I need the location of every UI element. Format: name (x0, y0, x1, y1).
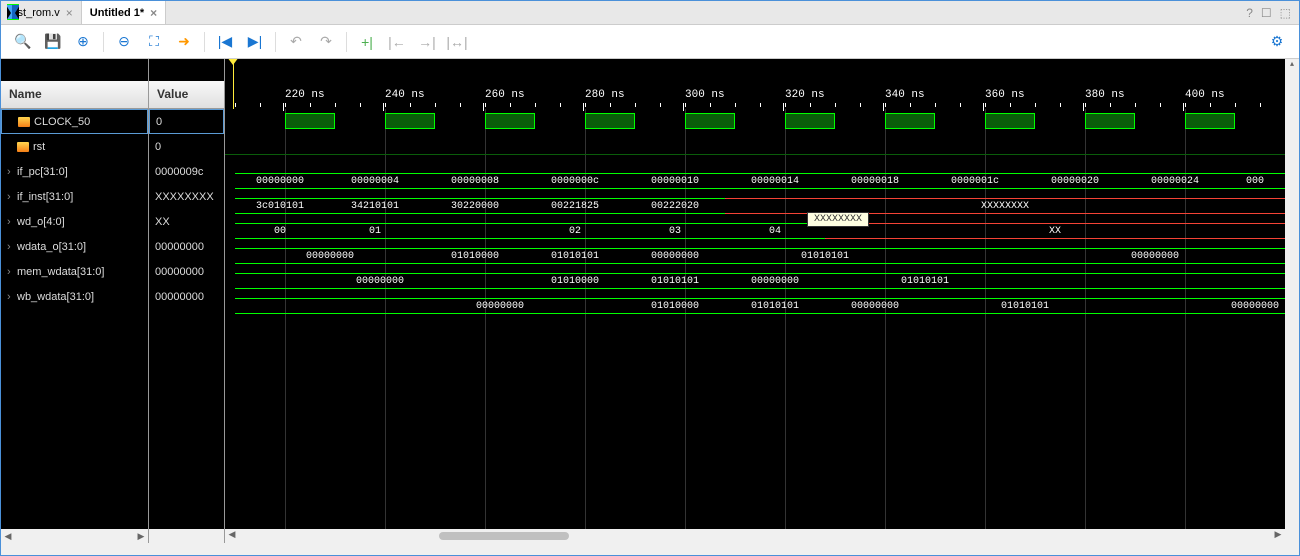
value-tooltip: XXXXXXXX (807, 212, 869, 227)
value-panel: Value 000000009cXXXXXXXXXX00000000000000… (149, 59, 225, 543)
value-header: Value (149, 81, 224, 109)
waveforms: 0000000000000004000000080000000c00000010… (225, 109, 1285, 319)
signal-name-row[interactable]: ›wdata_o[31:0] (1, 234, 148, 259)
signal-name-row[interactable]: CLOCK_50 (1, 109, 148, 134)
signal-value-row: 0 (149, 109, 224, 134)
name-header: Name (1, 81, 148, 109)
add-marker-icon[interactable]: +| (353, 28, 381, 56)
signal-value-row: XX (149, 209, 224, 234)
prev-marker-icon[interactable]: |← (383, 28, 411, 56)
scroll-left-icon[interactable]: ◀ (225, 529, 239, 543)
wave-wb-wdata: 0000000001010000010101010000000001010101… (225, 294, 1285, 319)
settings-gear-icon[interactable]: ⚙ (1263, 28, 1291, 56)
go-to-start-icon[interactable]: |◀ (211, 28, 239, 56)
time-tick: 240 ns (385, 89, 425, 101)
signal-name-row[interactable]: ›mem_wdata[31:0] (1, 259, 148, 284)
minimize-icon[interactable]: ☐ (1261, 6, 1272, 20)
signal-value-row: 00000000 (149, 259, 224, 284)
search-icon[interactable]: 🔍 (9, 28, 37, 56)
time-tick: 280 ns (585, 89, 625, 101)
time-tick: 260 ns (485, 89, 525, 101)
window-controls: ? ☐ ⬚ (1246, 6, 1299, 20)
tab-untitled[interactable]: Untitled 1* × (82, 1, 166, 24)
wave-wd-o: 0001020304XX (225, 219, 1285, 244)
signal-value-row: XXXXXXXX (149, 184, 224, 209)
scroll-right-icon[interactable]: ▶ (1271, 529, 1285, 543)
tab-bar: inst_rom.v × Untitled 1* × ? ☐ ⬚ (1, 1, 1299, 25)
wave-if-inst: 3c01010134210101302200000022182500222020… (225, 194, 1285, 219)
signal-name-row[interactable]: ›if_inst[31:0] (1, 184, 148, 209)
time-tick: 400 ns (1185, 89, 1225, 101)
time-cursor[interactable] (233, 59, 234, 109)
signal-value-row: 00000000 (149, 234, 224, 259)
separator (346, 32, 347, 52)
value-body: 000000009cXXXXXXXXXX00000000000000000000… (149, 109, 224, 529)
hscroll-thumb[interactable] (439, 532, 569, 540)
signal-value-row: 0 (149, 134, 224, 159)
signal-name-row[interactable]: ›wb_wdata[31:0] (1, 284, 148, 309)
prev-transition-icon[interactable]: ↶ (282, 28, 310, 56)
time-tick: 340 ns (885, 89, 925, 101)
tab-label: Untitled 1* (90, 7, 144, 19)
time-tick: 380 ns (1085, 89, 1125, 101)
time-tick: 320 ns (785, 89, 825, 101)
separator (204, 32, 205, 52)
main-area: Name CLOCK_50rst›if_pc[31:0]›if_inst[31:… (1, 59, 1299, 543)
maximize-icon[interactable]: ⬚ (1280, 6, 1291, 20)
zoom-fit-icon[interactable]: ⛶ (140, 28, 168, 56)
scroll-right-icon[interactable]: ▶ (134, 531, 148, 542)
scroll-left-icon[interactable]: ◀ (1, 531, 15, 542)
wave-mem-wdata: 0000000001010000010101010000000001010101 (225, 269, 1285, 294)
toolbar: 🔍 💾 ⊕ ⊖ ⛶ ➜ |◀ ▶| ↶ ↷ +| |← →| |↔| ⚙ (1, 25, 1299, 59)
separator (103, 32, 104, 52)
waveform-area[interactable]: 220 ns 240 ns 260 ns 280 ns 300 ns 320 ns 340 … (225, 59, 1285, 543)
next-marker-icon[interactable]: →| (413, 28, 441, 56)
swap-markers-icon[interactable]: |↔| (443, 28, 471, 56)
next-transition-icon[interactable]: ↷ (312, 28, 340, 56)
signal-name-row[interactable]: ›if_pc[31:0] (1, 159, 148, 184)
zoom-in-icon[interactable]: ⊕ (69, 28, 97, 56)
name-body: CLOCK_50rst›if_pc[31:0]›if_inst[31:0]›wd… (1, 109, 148, 529)
close-icon[interactable]: × (150, 6, 157, 20)
name-panel: Name CLOCK_50rst›if_pc[31:0]›if_inst[31:… (1, 59, 149, 543)
wave-hscroll[interactable]: ◀ ▶ (225, 529, 1285, 543)
wave-rst (225, 134, 1285, 159)
go-to-cursor-icon[interactable]: ➜ (170, 28, 198, 56)
close-icon[interactable]: × (66, 6, 73, 20)
time-ruler: 220 ns 240 ns 260 ns 280 ns 300 ns 320 ns 340 … (225, 59, 1285, 109)
wave-clock-50 (225, 109, 1285, 134)
zoom-out-icon[interactable]: ⊖ (110, 28, 138, 56)
value-hscroll[interactable] (149, 529, 224, 543)
wave-if-pc: 0000000000000004000000080000000c00000010… (225, 169, 1285, 194)
vscroll-thumb[interactable] (1287, 61, 1297, 91)
signal-value-row: 00000000 (149, 284, 224, 309)
signal-name-row[interactable]: rst (1, 134, 148, 159)
time-tick: 220 ns (285, 89, 325, 101)
signal-name-row[interactable]: ›wd_o[4:0] (1, 209, 148, 234)
wave-vscroll[interactable] (1285, 59, 1299, 543)
time-tick: 300 ns (685, 89, 725, 101)
separator (275, 32, 276, 52)
name-hscroll[interactable]: ◀ ▶ (1, 529, 148, 543)
time-tick: 360 ns (985, 89, 1025, 101)
go-to-end-icon[interactable]: ▶| (241, 28, 269, 56)
signal-value-row: 0000009c (149, 159, 224, 184)
save-icon[interactable]: 💾 (39, 28, 67, 56)
help-icon[interactable]: ? (1246, 6, 1253, 20)
wave-wdata-o: 0000000001010000010101010000000001010101… (225, 244, 1285, 269)
